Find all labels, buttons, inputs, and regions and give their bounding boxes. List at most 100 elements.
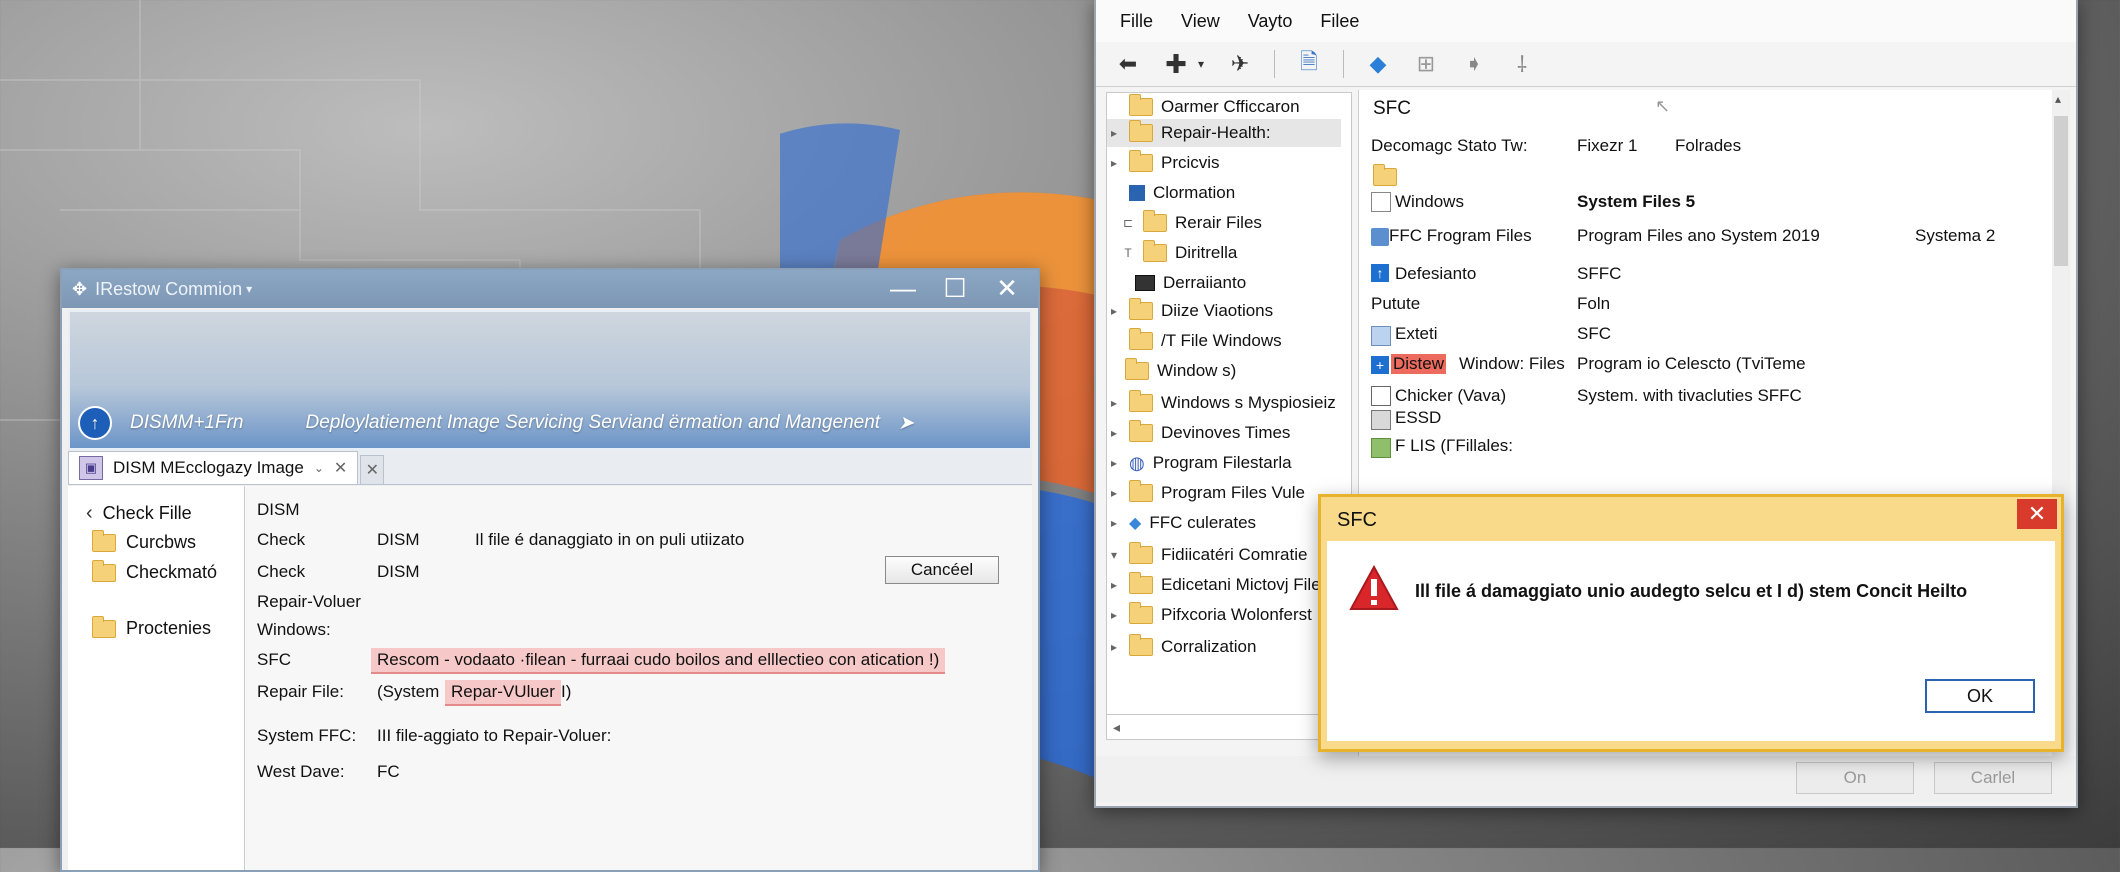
left-nav-pane: ‹ Check Fille Curcbws Checkmató Procteni… [68,486,245,870]
title-caret-icon[interactable]: ▾ [246,282,252,296]
tree-item-label: Diize Viaotions [1161,301,1274,320]
add-icon[interactable]: ✚ [1162,49,1190,79]
dialog-body: Ill file á damaggiato unio audegto selcu… [1327,541,2055,741]
header-col3: Folrades [1675,136,1742,155]
file-value: SFC [1577,324,1611,343]
tree-item-label: Program Files Vule [1161,483,1305,502]
ok-button[interactable]: OK [1925,679,2035,713]
tree-item[interactable]: ▸ Corralization [1107,633,1256,661]
tree-item[interactable]: Derraiianto [1135,269,1246,297]
folder-blue-icon [1371,228,1389,246]
nav-back-check-file[interactable]: ‹ Check Fille [86,502,192,525]
dropdown-icon[interactable]: ▾ [1196,50,1206,78]
tab-close-icon[interactable]: ✕ [334,458,347,478]
file-value: Program io Celescto (TviTeme [1577,354,1806,373]
tree-item[interactable]: Clormation [1107,179,1235,207]
tree-item-label: Rerair Files [1175,213,1262,232]
checkbox-icon[interactable] [1371,386,1391,406]
tree-prefix-icon: T [1124,246,1132,260]
tree-item[interactable]: ▸ ◍ Program Filestarla [1107,449,1292,477]
folder-icon [1129,542,1153,564]
tree-item-label: Oarmer Cfficcaron [1161,97,1300,116]
tab-label: DISM MEcclogazy Image [113,458,304,477]
file-value: Foln [1577,294,1611,313]
dialog-message: Ill file á damaggiato unio audegto selcu… [1415,581,1968,601]
pin-icon[interactable]: ✈ [1226,50,1254,78]
tree-item[interactable]: ▸ Program Files Vule [1107,479,1305,507]
tag-icon[interactable]: ➧ [1460,50,1488,78]
tree-item-label: Devinoves Times [1161,423,1291,442]
tree-item[interactable]: ⊏ Rerair Files [1121,209,1262,237]
tab-strip: ▣ DISM MEcclogazy Image ⌄ ✕ ✕ [68,450,1032,485]
tree-item[interactable]: T Diritrella [1121,239,1237,267]
cancel-button[interactable]: Carlel [1934,762,2052,794]
tree-item-selected[interactable]: ▸ Repair-Health: [1107,119,1341,147]
cancel-button[interactable]: Cancéel [885,556,999,584]
image-tab-icon: ▣ [79,456,103,480]
tree-item[interactable]: ▸ Prcicvis [1107,149,1220,177]
tree-item[interactable]: ▸ Edicetani Mictovj File [1107,571,1321,599]
folder-icon [1129,480,1153,502]
window-title: IRestow Commion [95,278,243,299]
tree-item[interactable]: Oarmer Cfficcaron [1107,93,1300,121]
back-arrow-icon[interactable]: ⬅ [1114,50,1142,78]
blue-plus-icon: + [1371,356,1389,374]
tree-item[interactable]: ▸ Windows s Myspiosieiz [1107,389,1336,417]
tree-item[interactable]: ▸ Diize Viaotions [1107,297,1273,325]
menu-vayto[interactable]: Vayto [1248,11,1293,32]
folder-icon [1129,390,1153,412]
scrollbar-thumb[interactable] [2054,116,2068,266]
dialog-close-button[interactable]: ✕ [2017,499,2057,529]
folder-icon [1129,420,1153,442]
grid-icon[interactable]: ⊞ [1412,50,1440,78]
tree-item[interactable]: /T File Windows [1107,327,1282,355]
tree-item-label: Window s) [1157,361,1237,380]
warning-icon [1349,565,1399,610]
header-col1: Decomagc Stato Tw: [1371,136,1528,155]
file-name: Exteti [1395,324,1438,343]
new-tab-close-icon[interactable]: ✕ [360,455,385,484]
nav-item-proctenies[interactable]: Proctenies [92,615,211,639]
cursor-icon[interactable]: ⸸ [1508,50,1536,78]
row-col3: Il file é danaggiato in on puli utiizato [475,530,745,549]
dism-window-titlebar[interactable]: ✥ IRestow Commion ▾ — ☐ ✕ [62,270,1038,308]
row-label: Check [257,530,306,549]
tree-item[interactable]: ▸ Pifxcoria Wolonferst [1107,601,1312,629]
scroll-left-icon[interactable]: ◂ [1113,719,1120,736]
tree-prefix-icon: ⊏ [1122,216,1134,230]
tree-item-label: Clormation [1153,183,1236,202]
nav-item-checkmato[interactable]: Checkmató [92,559,217,583]
menu-file[interactable]: Fille [1120,11,1153,32]
maximize-button[interactable]: ☐ [932,272,978,304]
row-prefix: (System [377,682,440,701]
tree-item-label: Windows s Myspiosieiz [1161,393,1336,412]
header-col2: Fixezr 1 [1577,136,1638,155]
tab-dism-image[interactable]: ▣ DISM MEcclogazy Image ⌄ ✕ [68,451,359,484]
folder-icon [1143,240,1167,262]
banner-arrow-icon[interactable]: ➤ [898,412,914,435]
close-button[interactable]: ✕ [984,272,1030,304]
row-value: FC [377,762,400,781]
tab-dropdown-icon[interactable]: ⌄ [314,461,324,475]
tree-item[interactable]: Window s) [1107,357,1237,385]
tree-item[interactable]: ▾ Fidiicatéri Comratie [1107,541,1307,569]
document-icon[interactable]: 🗎 [1295,49,1323,78]
upload-arrow-icon: ↑ [78,406,112,440]
app-icon: ✥ [72,278,88,299]
main-heading: DISM [257,500,300,519]
diamond-icon[interactable]: ◆ [1364,50,1392,78]
scroll-up-icon[interactable]: ▴ [2055,92,2061,106]
menu-filee[interactable]: Filee [1320,11,1359,32]
nav-item-curcbws[interactable]: Curcbws [92,529,196,553]
menu-view[interactable]: View [1181,11,1220,32]
tree-item[interactable]: ▸ Devinoves Times [1107,419,1290,447]
file-name-highlight: Distew [1391,354,1447,374]
tree-item[interactable]: ▸ ◆ FFC culerates [1107,509,1256,537]
file-name: FFC Frogram Files [1389,226,1532,245]
folder-icon [1129,298,1153,320]
file-name: Putute [1371,294,1421,313]
minimize-button[interactable]: — [880,272,926,304]
tree-horizontal-scrollbar[interactable]: ◂ ✕ [1106,714,1352,740]
on-button[interactable]: On [1796,762,1914,794]
monitor-icon [1135,275,1155,291]
